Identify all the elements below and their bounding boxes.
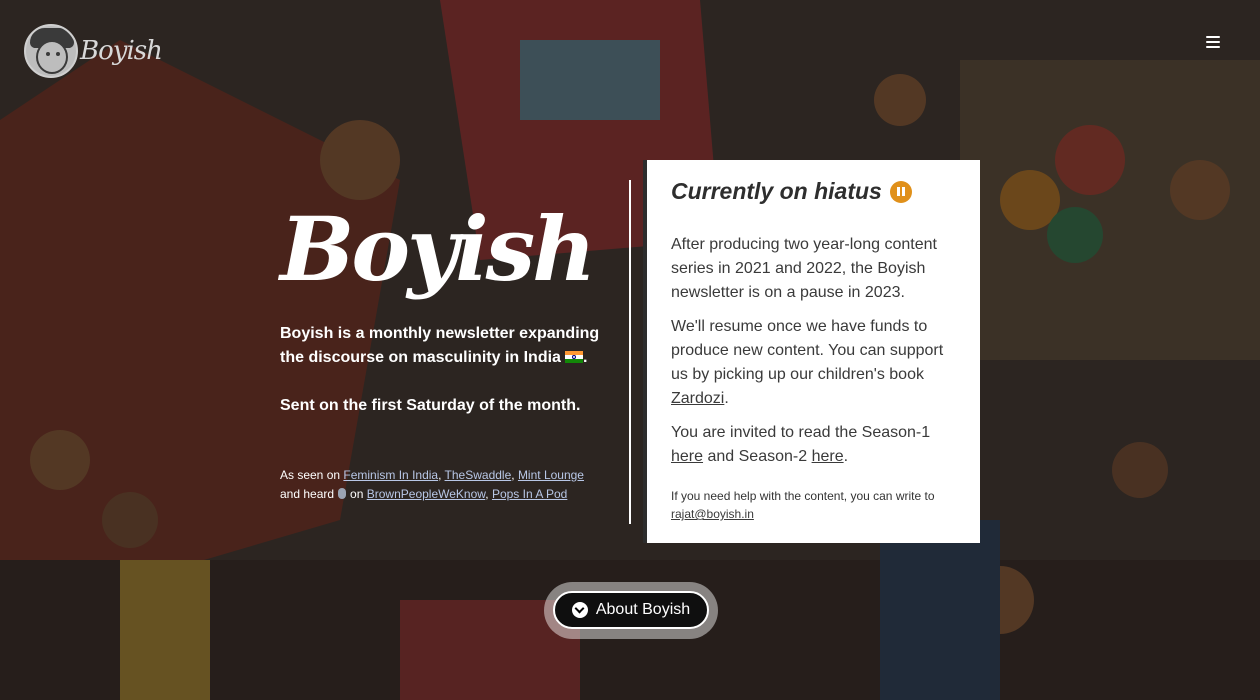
about-button-label: About Boyish: [595, 601, 691, 618]
send-schedule: Sent on the first Saturday of the month.: [280, 397, 581, 414]
hiatus-title: Currently on hiatus: [671, 178, 956, 205]
hiatus-card: Currently on hiatus After producing two …: [643, 160, 980, 543]
logo-text: Boyish: [80, 36, 163, 66]
heard-prefix: and heard: [280, 487, 335, 501]
help-text: If you need help with the content, you c…: [671, 489, 935, 521]
hiatus-paragraph-3: You are invited to read the Season-1 her…: [671, 424, 931, 465]
intro-section: Boyish Boyish is a monthly newsletter ex…: [280, 186, 620, 504]
india-flag-icon: [564, 351, 583, 363]
press-mentions: As seen on Feminism In India, TheSwaddle…: [280, 468, 584, 501]
hiatus-paragraph-1: After producing two year-long content se…: [671, 236, 937, 301]
site-logo[interactable]: Boyish: [24, 24, 163, 78]
about-button-wrapper: About Boyish: [544, 582, 718, 639]
tagline: Boyish is a monthly newsletter expanding…: [280, 325, 600, 366]
link-mint-lounge[interactable]: Mint Lounge: [518, 468, 584, 482]
link-zardozi[interactable]: Zardozi: [671, 390, 724, 407]
about-boyish-button[interactable]: About Boyish: [553, 591, 709, 629]
pause-icon: [889, 180, 912, 203]
microphone-icon: [338, 488, 347, 499]
link-pops-in-a-pod[interactable]: Pops In A Pod: [492, 487, 567, 501]
link-season-2[interactable]: here: [812, 448, 844, 465]
hiatus-paragraph-2: We'll resume once we have funds to produ…: [671, 318, 944, 407]
seen-prefix: As seen on: [280, 468, 341, 482]
tagline-text: Boyish is a monthly newsletter expanding…: [280, 325, 600, 366]
vertical-divider: [629, 180, 631, 524]
link-brownpeopleweknow[interactable]: BrownPeopleWeKnow: [367, 487, 486, 501]
link-season-1[interactable]: here: [671, 448, 703, 465]
link-theswaddle[interactable]: TheSwaddle: [445, 468, 512, 482]
link-feminism-in-india[interactable]: Feminism In India: [343, 468, 438, 482]
hamburger-menu-icon[interactable]: [1206, 36, 1220, 50]
logo-face-icon: [24, 24, 78, 78]
contact-email-link[interactable]: rajat@boyish.in: [671, 507, 754, 521]
brand-wordmark: Boyish: [280, 197, 596, 301]
chevron-down-circle-icon: [571, 602, 588, 618]
